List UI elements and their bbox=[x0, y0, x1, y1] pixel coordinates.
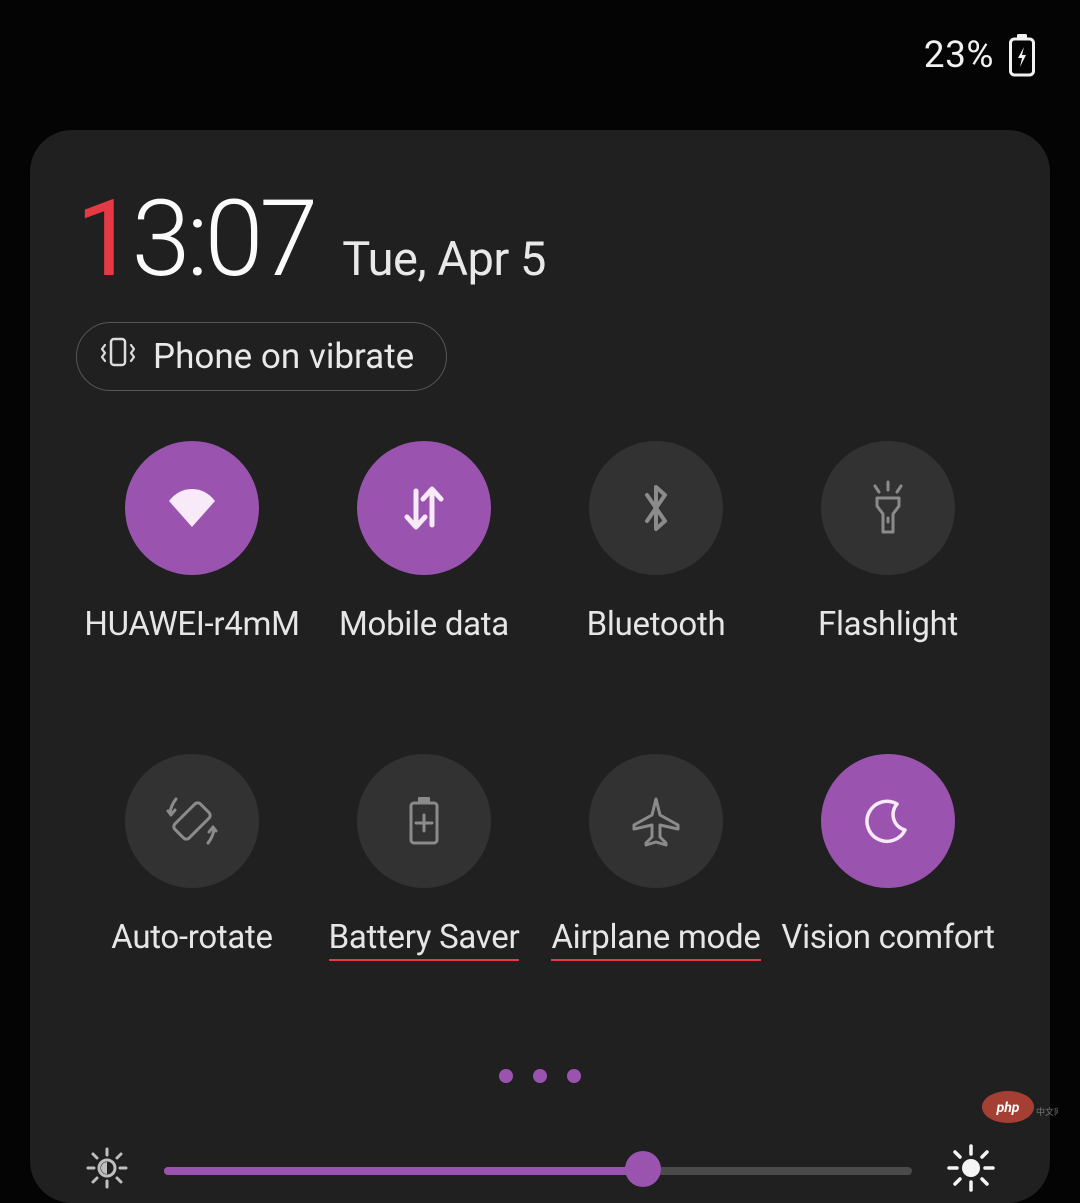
status-bar: 23% bbox=[0, 0, 1080, 110]
mobile-data-icon bbox=[399, 481, 449, 535]
tile-vision-comfort-label: Vision comfort bbox=[781, 918, 994, 957]
tile-flashlight[interactable]: Flashlight bbox=[772, 441, 1004, 644]
tile-flashlight-circle bbox=[821, 441, 955, 575]
page-dot-3 bbox=[567, 1069, 581, 1083]
tile-vision-comfort[interactable]: Vision comfort bbox=[772, 754, 1004, 961]
brightness-row bbox=[76, 1143, 1004, 1197]
clock-row: 13:07 Tue, Apr 5 bbox=[76, 186, 1004, 292]
tile-battery-saver[interactable]: Battery Saver bbox=[308, 754, 540, 961]
brightness-slider[interactable] bbox=[164, 1163, 912, 1177]
brightness-low-icon[interactable] bbox=[84, 1145, 130, 1195]
wifi-icon bbox=[163, 485, 221, 531]
tile-auto-rotate[interactable]: Auto-rotate bbox=[76, 754, 308, 961]
ringer-mode-label: Phone on vibrate bbox=[153, 336, 414, 377]
tile-airplane-mode-circle bbox=[589, 754, 723, 888]
tile-airplane-mode-label: Airplane mode bbox=[551, 918, 760, 961]
tile-mobile-data-circle bbox=[357, 441, 491, 575]
tile-bluetooth[interactable]: Bluetooth bbox=[540, 441, 772, 644]
airplane-icon bbox=[630, 795, 682, 847]
vibrate-icon bbox=[99, 335, 137, 378]
page-dot-2 bbox=[533, 1069, 547, 1083]
battery-percent: 23% bbox=[924, 34, 994, 77]
clock-leading-digit: 1 bbox=[76, 177, 132, 301]
clock-rest: 3:07 bbox=[132, 177, 315, 301]
page-dot-1 bbox=[499, 1069, 513, 1083]
pagination-dots[interactable] bbox=[76, 1069, 1004, 1083]
auto-rotate-icon bbox=[164, 793, 220, 849]
tile-flashlight-label: Flashlight bbox=[818, 605, 958, 644]
tile-bluetooth-label: Bluetooth bbox=[587, 605, 726, 644]
tile-mobile-data-label: Mobile data bbox=[339, 605, 509, 644]
brightness-slider-fill bbox=[164, 1167, 643, 1175]
quick-tiles-grid: HUAWEI-r4mM Mobile data bbox=[76, 441, 1004, 961]
battery-charging-icon bbox=[1008, 33, 1036, 77]
tile-battery-saver-circle bbox=[357, 754, 491, 888]
brightness-slider-thumb[interactable] bbox=[625, 1151, 661, 1187]
clock-date[interactable]: Tue, Apr 5 bbox=[342, 232, 546, 287]
tile-airplane-mode[interactable]: Airplane mode bbox=[540, 754, 772, 961]
battery-saver-icon bbox=[407, 795, 441, 847]
brightness-high-icon[interactable] bbox=[946, 1143, 996, 1197]
flashlight-icon bbox=[865, 480, 911, 536]
quick-settings-panel: 13:07 Tue, Apr 5 Phone on vibrate HUAW bbox=[30, 130, 1050, 1203]
moon-icon bbox=[863, 796, 913, 846]
tile-auto-rotate-circle bbox=[125, 754, 259, 888]
tile-auto-rotate-label: Auto-rotate bbox=[111, 918, 272, 957]
tile-mobile-data[interactable]: Mobile data bbox=[308, 441, 540, 644]
tile-vision-comfort-circle bbox=[821, 754, 955, 888]
bluetooth-icon bbox=[638, 481, 674, 535]
tile-bluetooth-circle bbox=[589, 441, 723, 575]
tile-battery-saver-label: Battery Saver bbox=[329, 918, 520, 961]
tile-wifi-label: HUAWEI-r4mM bbox=[84, 605, 299, 644]
ringer-mode-chip[interactable]: Phone on vibrate bbox=[76, 322, 447, 391]
tile-wifi-circle bbox=[125, 441, 259, 575]
tile-wifi[interactable]: HUAWEI-r4mM bbox=[76, 441, 308, 644]
clock-time[interactable]: 13:07 bbox=[76, 186, 314, 292]
